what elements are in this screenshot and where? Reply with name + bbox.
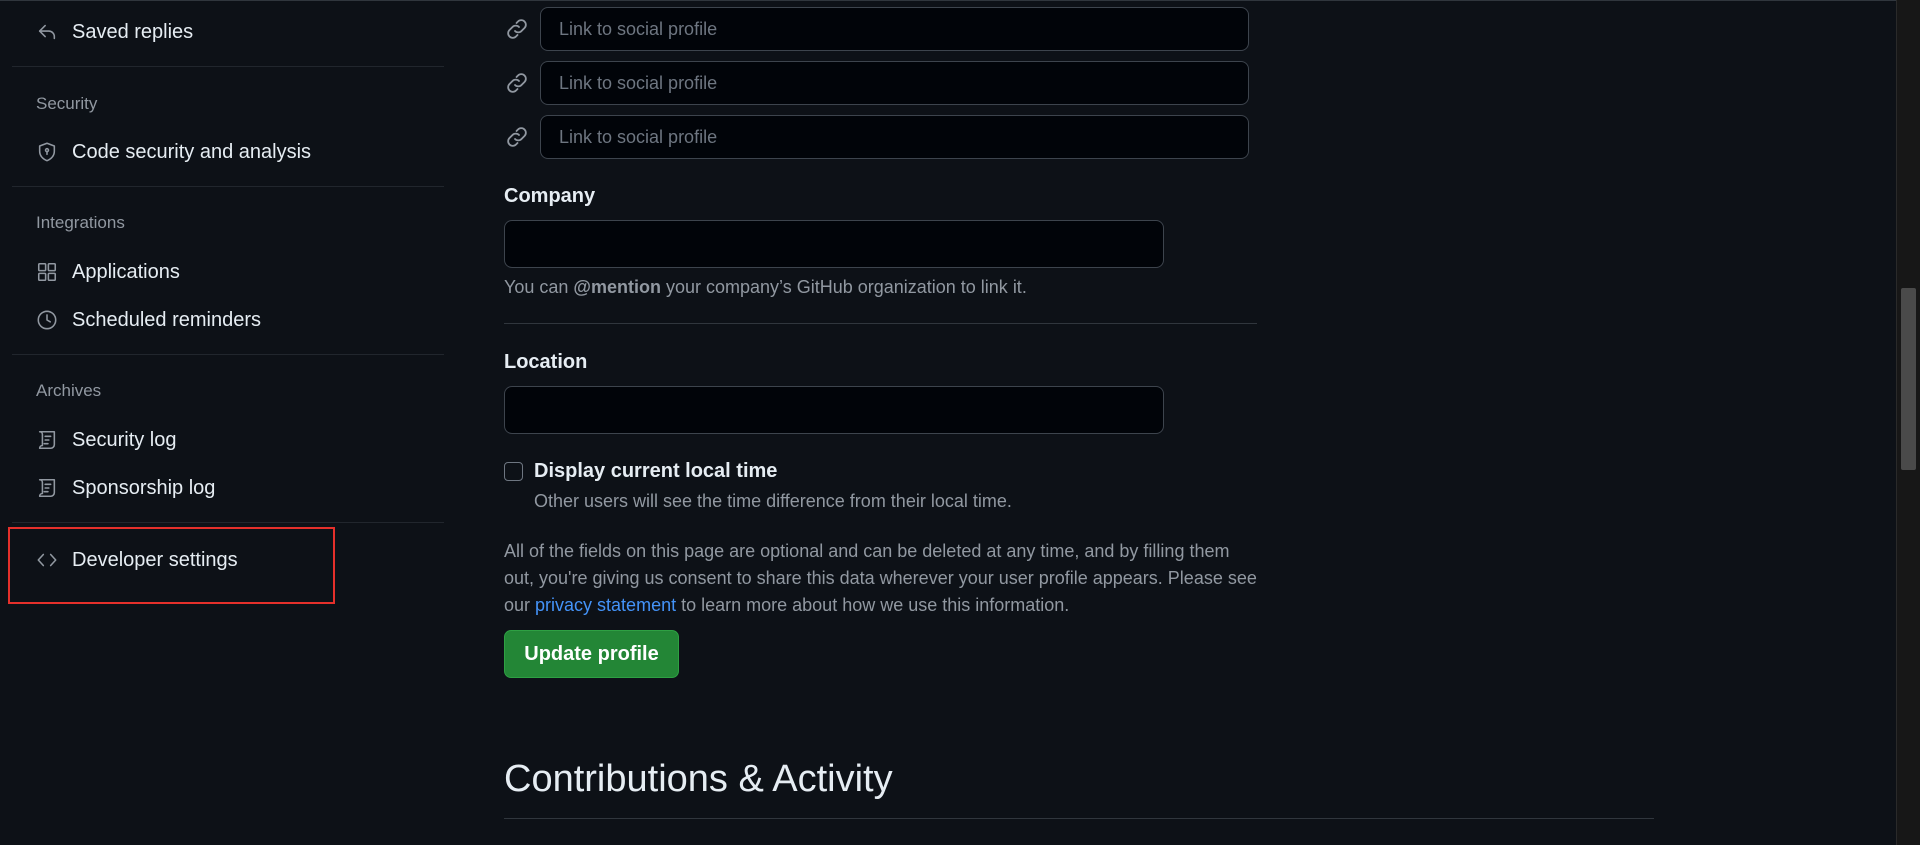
sidebar-item-label: Sponsorship log	[72, 476, 216, 499]
social-link-row	[504, 115, 1249, 159]
company-input[interactable]	[504, 220, 1164, 268]
company-hint-suffix: your company’s GitHub organization to li…	[660, 277, 1027, 297]
sidebar-item-applications[interactable]: Applications	[12, 252, 432, 292]
top-border	[0, 0, 1896, 1]
sidebar-item-label: Scheduled reminders	[72, 308, 261, 331]
log-icon	[36, 477, 58, 499]
company-hint-prefix: You can	[504, 277, 574, 297]
sidebar-item-label: Saved replies	[72, 20, 194, 43]
privacy-statement-link[interactable]: privacy statement	[535, 595, 676, 615]
highlight-box	[8, 527, 335, 604]
social-link-row	[504, 61, 1249, 105]
sidebar-item-label: Security log	[72, 428, 177, 451]
clock-icon	[36, 309, 58, 331]
sidebar-item-label: Code security and analysis	[72, 140, 312, 163]
section-divider	[504, 323, 1257, 324]
link-icon	[504, 16, 530, 42]
location-label: Location	[504, 351, 588, 373]
local-time-label[interactable]: Display current local time	[534, 460, 777, 483]
sidebar-item-code-security[interactable]: Code security and analysis	[12, 132, 432, 172]
reply-icon	[36, 21, 58, 43]
link-icon	[504, 70, 530, 96]
page-scrollbar[interactable]	[1896, 0, 1920, 845]
apps-icon	[36, 261, 58, 283]
section-rule	[504, 818, 1654, 819]
social-link-input-3[interactable]	[540, 115, 1249, 159]
location-input[interactable]	[504, 386, 1164, 434]
sidebar-item-sponsorship-log[interactable]: Sponsorship log	[12, 468, 432, 508]
sidebar-divider	[12, 354, 444, 355]
social-link-input-1[interactable]	[540, 7, 1249, 51]
company-hint-mention: @mention	[573, 277, 661, 297]
log-icon	[36, 429, 58, 451]
privacy-disclaimer: All of the fields on this page are optio…	[504, 538, 1264, 619]
sidebar-item-security-log[interactable]: Security log	[12, 420, 432, 460]
local-time-note: Other users will see the time difference…	[534, 491, 1012, 511]
scrollbar-thumb[interactable]	[1901, 288, 1916, 470]
local-time-checkbox[interactable]	[504, 462, 523, 481]
disclaimer-text-end: to learn more about how we use this info…	[676, 595, 1070, 615]
social-link-row	[504, 7, 1249, 51]
sidebar-section-integrations: Integrations	[36, 213, 125, 232]
shield-icon	[36, 141, 58, 163]
local-time-option: Display current local time	[504, 460, 777, 483]
sidebar-divider	[12, 66, 444, 67]
update-profile-button[interactable]: Update profile	[504, 630, 679, 678]
company-hint: You can @mention your company’s GitHub o…	[504, 277, 1027, 298]
sidebar-item-saved-replies[interactable]: Saved replies	[12, 12, 432, 52]
sidebar-section-security: Security	[36, 94, 98, 113]
sidebar-divider	[12, 186, 444, 187]
link-icon	[504, 124, 530, 150]
social-link-input-2[interactable]	[540, 61, 1249, 105]
sidebar-item-scheduled-reminders[interactable]: Scheduled reminders	[12, 300, 432, 340]
sidebar-divider	[12, 522, 444, 523]
sidebar-section-archives: Archives	[36, 381, 102, 400]
company-label: Company	[504, 185, 596, 207]
contributions-heading: Contributions & Activity	[504, 758, 893, 800]
sidebar-item-label: Applications	[72, 260, 180, 283]
